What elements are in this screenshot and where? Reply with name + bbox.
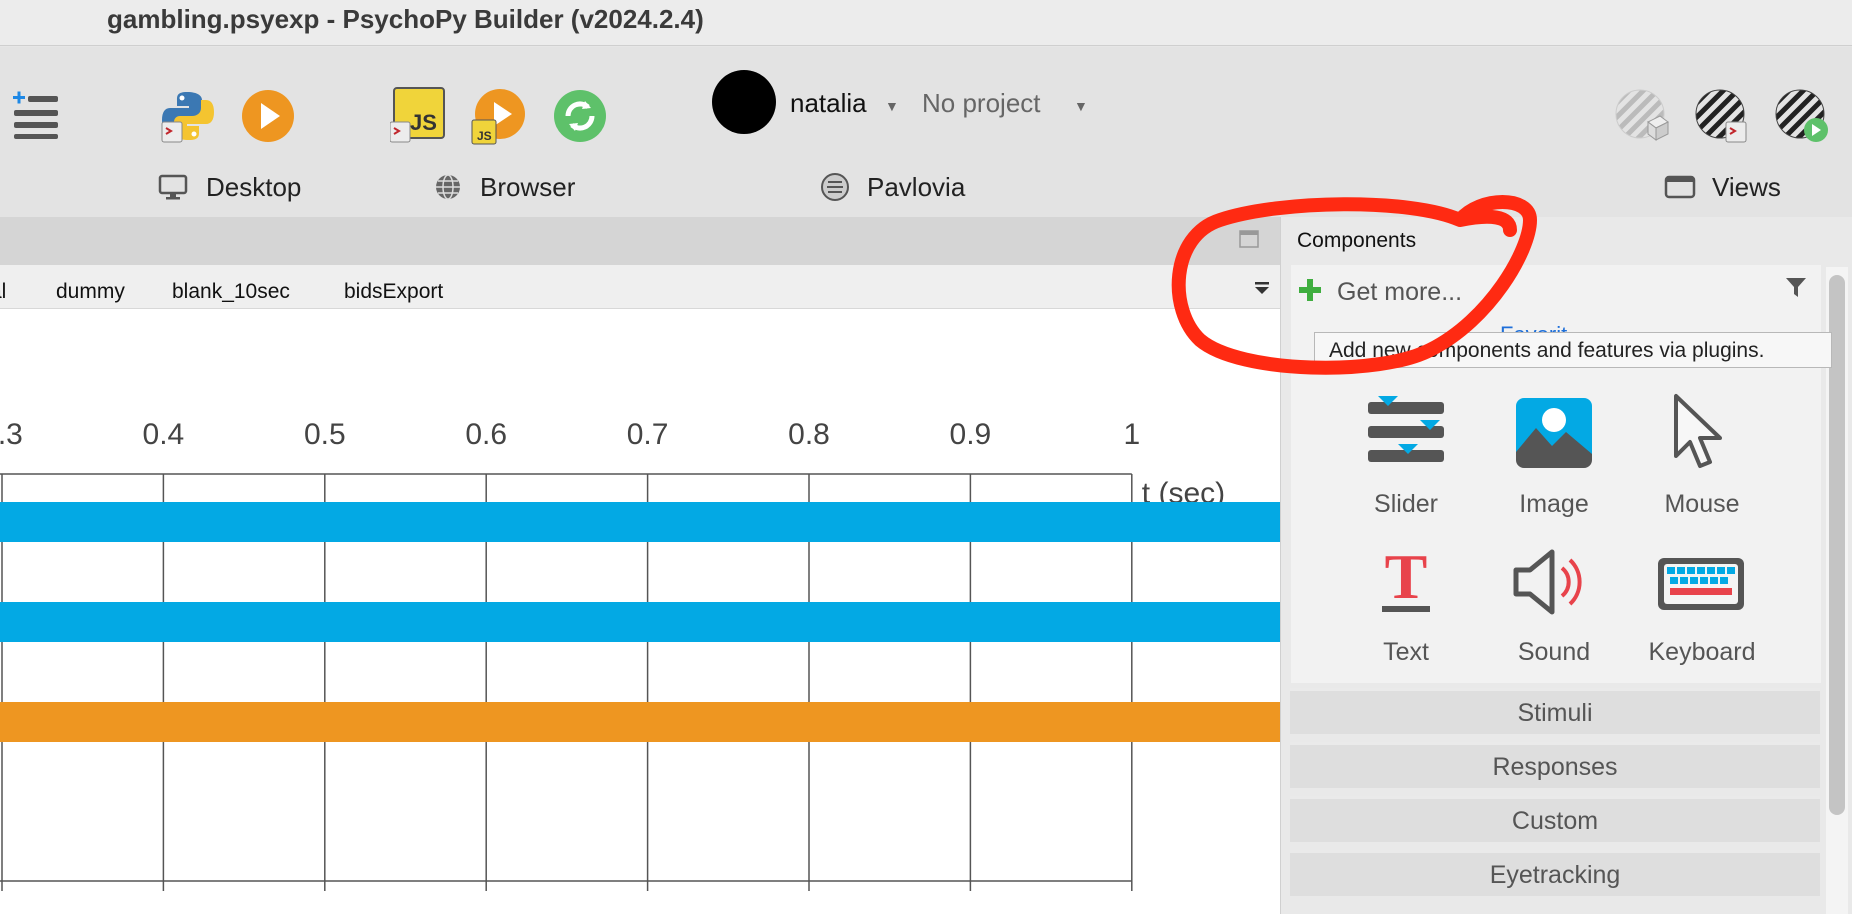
svg-text:JS: JS [477, 129, 492, 143]
timeline-tick-label: 0.8 [788, 418, 830, 451]
views-section-label[interactable]: Views [1712, 172, 1781, 203]
add-routine-icon[interactable] [10, 90, 62, 140]
timeline-tick-label: 0.6 [465, 418, 507, 451]
routine-tab[interactable]: dummy [56, 280, 125, 304]
user-name[interactable]: natalia [790, 88, 867, 119]
pavlovia-section-label: Pavlovia [867, 172, 966, 202]
text-icon[interactable]: T [1378, 550, 1434, 614]
project-selector[interactable]: No project [922, 88, 1041, 119]
red-annotation-circle [1171, 195, 1537, 375]
timeline-tick-label: 0.9 [950, 418, 992, 451]
project-dropdown-caret[interactable]: ▼ [1074, 98, 1088, 114]
timeline-tick-label: 1 [1123, 418, 1140, 451]
routine-timeline: 0.30.40.50.60.70.80.91t (sec) [0, 309, 1280, 914]
compile-python-icon[interactable] [160, 88, 216, 144]
pavlovia-logo-icon [821, 173, 849, 201]
sync-project-icon[interactable] [552, 88, 608, 144]
component-label: Sound [1517, 638, 1591, 666]
component-label: Mouse [1664, 490, 1740, 518]
routine-tab[interactable]: al [0, 280, 6, 304]
component-label: Text [1383, 638, 1429, 666]
desktop-section-label: Desktop [206, 172, 302, 202]
component-label: Image [1519, 490, 1589, 518]
pavlovia-run-icon[interactable] [1694, 88, 1750, 144]
window-titlebar: gambling.psyexp - PsychoPy Builder (v202… [0, 0, 1852, 46]
views-window-icon [1664, 175, 1696, 199]
component-bar[interactable] [0, 602, 1280, 642]
timeline-tick-label: 0.5 [304, 418, 346, 451]
category-eyetracking[interactable]: Eyetracking [1290, 850, 1820, 896]
routine-tabs-bar: al dummy blank_10sec bidsExport [0, 265, 1280, 309]
globe-icon [436, 174, 460, 200]
timeline-canvas: 0.30.40.50.60.70.80.91t (sec) [0, 418, 1280, 891]
speaker-icon[interactable] [1510, 546, 1590, 618]
user-dropdown-caret[interactable]: ▼ [885, 98, 899, 114]
window-title: gambling.psyexp - PsychoPy Builder (v202… [107, 4, 704, 34]
component-bar[interactable] [0, 702, 1280, 742]
run-experiment-icon[interactable] [240, 88, 296, 144]
run-online-icon[interactable]: JS [470, 88, 528, 146]
svg-text:JS: JS [410, 110, 437, 135]
pavlovia-project-icon[interactable] [1614, 88, 1670, 144]
keyboard-icon[interactable] [1656, 556, 1746, 612]
routine-tab[interactable]: bidsExport [344, 280, 443, 304]
timeline-tick-label: 0.3 [0, 418, 23, 451]
category-responses[interactable]: Responses [1290, 742, 1820, 788]
timeline-tick-label: 0.4 [143, 418, 185, 451]
component-label: Keyboard [1648, 638, 1756, 666]
routine-tab[interactable]: blank_10sec [172, 280, 290, 304]
browser-section-label: Browser [480, 172, 576, 202]
component-bar[interactable] [0, 502, 1280, 542]
category-stimuli[interactable]: Stimuli [1290, 688, 1820, 734]
user-avatar[interactable] [712, 70, 776, 134]
svg-text:T: T [1385, 550, 1428, 612]
filter-icon[interactable] [1784, 276, 1808, 300]
component-label: Slider [1374, 490, 1438, 518]
mouse-cursor-icon[interactable] [1670, 392, 1730, 472]
routine-panel-header [0, 217, 1280, 265]
pavlovia-sync-icon[interactable] [1774, 88, 1830, 144]
desktop-monitor-icon [158, 174, 188, 200]
category-custom[interactable]: Custom [1290, 796, 1820, 842]
compile-js-icon[interactable]: JS [390, 86, 446, 144]
image-icon[interactable] [1514, 396, 1594, 468]
timeline-tick-label: 0.7 [627, 418, 669, 451]
slider-icon[interactable] [1366, 394, 1446, 468]
